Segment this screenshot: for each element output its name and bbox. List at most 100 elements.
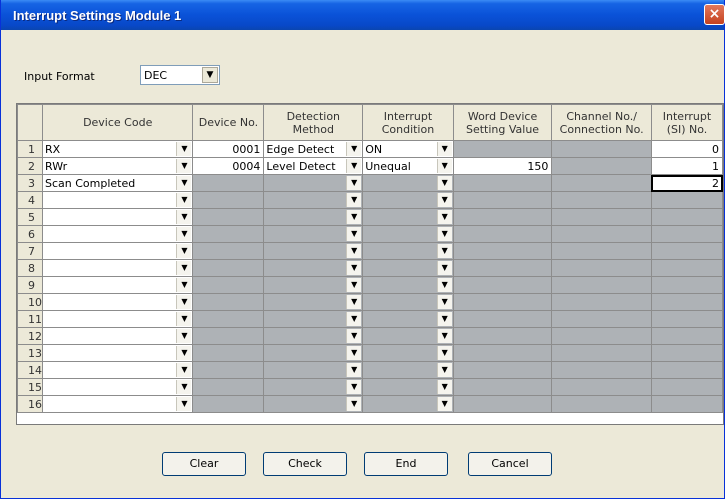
- detection-method-select[interactable]: ▼: [263, 259, 364, 277]
- chevron-down-icon[interactable]: ▼: [436, 142, 452, 156]
- chevron-down-icon[interactable]: ▼: [176, 329, 192, 343]
- chevron-down-icon[interactable]: ▼: [176, 397, 192, 411]
- detection-method-select[interactable]: Level Detect ▼: [263, 157, 364, 175]
- chevron-down-icon[interactable]: ▼: [346, 346, 362, 360]
- device-code-select[interactable]: ▼: [41, 225, 194, 243]
- device-code-select[interactable]: ▼: [41, 395, 194, 413]
- chevron-down-icon[interactable]: ▼: [176, 278, 192, 292]
- chevron-down-icon[interactable]: ▼: [176, 244, 192, 258]
- check-button[interactable]: Check: [263, 452, 347, 476]
- chevron-down-icon[interactable]: ▼: [176, 261, 192, 275]
- interrupt-condition-select[interactable]: ▼: [362, 191, 454, 209]
- chevron-down-icon[interactable]: ▼: [176, 142, 192, 156]
- chevron-down-icon[interactable]: ▼: [436, 278, 452, 292]
- chevron-down-icon[interactable]: ▼: [436, 329, 452, 343]
- chevron-down-icon[interactable]: ▼: [346, 261, 362, 275]
- input-format-select[interactable]: DEC ▼: [140, 65, 220, 85]
- interrupt-condition-select[interactable]: Unequal ▼: [362, 157, 454, 175]
- chevron-down-icon[interactable]: ▼: [176, 312, 192, 326]
- device-code-select[interactable]: ▼: [41, 191, 194, 209]
- device-code-select[interactable]: ▼: [41, 310, 194, 328]
- chevron-down-icon[interactable]: ▼: [346, 142, 362, 156]
- chevron-down-icon[interactable]: ▼: [346, 193, 362, 207]
- close-button[interactable]: ×: [704, 4, 725, 25]
- detection-method-select[interactable]: ▼: [263, 293, 364, 311]
- chevron-down-icon[interactable]: ▼: [436, 380, 452, 394]
- chevron-down-icon[interactable]: ▼: [436, 261, 452, 275]
- chevron-down-icon[interactable]: ▼: [436, 227, 452, 241]
- interrupt-condition-select[interactable]: ▼: [362, 344, 454, 362]
- detection-method-select[interactable]: Edge Detect ▼: [263, 140, 364, 158]
- chevron-down-icon[interactable]: ▼: [436, 193, 452, 207]
- device-code-select[interactable]: ▼: [41, 208, 194, 226]
- device-code-select[interactable]: ▼: [41, 242, 194, 260]
- detection-method-select[interactable]: ▼: [263, 310, 364, 328]
- chevron-down-icon[interactable]: ▼: [436, 346, 452, 360]
- chevron-down-icon[interactable]: ▼: [436, 397, 452, 411]
- chevron-down-icon[interactable]: ▼: [346, 159, 362, 173]
- device-code-select[interactable]: ▼: [41, 293, 194, 311]
- interrupt-si-cell[interactable]: 1: [650, 157, 723, 175]
- device-code-select[interactable]: RX ▼: [41, 140, 194, 158]
- interrupt-condition-select[interactable]: ▼: [362, 378, 454, 396]
- interrupt-condition-select[interactable]: ON ▼: [362, 140, 454, 158]
- interrupt-si-cell[interactable]: 2: [650, 174, 723, 192]
- detection-method-select[interactable]: ▼: [263, 174, 364, 192]
- end-button[interactable]: End: [364, 452, 448, 476]
- chevron-down-icon[interactable]: ▼: [176, 210, 192, 224]
- interrupt-condition-select[interactable]: ▼: [362, 395, 454, 413]
- chevron-down-icon[interactable]: ▼: [346, 397, 362, 411]
- chevron-down-icon[interactable]: ▼: [346, 244, 362, 258]
- chevron-down-icon[interactable]: ▼: [346, 363, 362, 377]
- device-code-select[interactable]: ▼: [41, 344, 194, 362]
- device-code-select[interactable]: Scan Completed ▼: [41, 174, 194, 192]
- interrupt-condition-select[interactable]: ▼: [362, 208, 454, 226]
- detection-method-select[interactable]: ▼: [263, 327, 364, 345]
- device-code-select[interactable]: ▼: [41, 276, 194, 294]
- chevron-down-icon[interactable]: ▼: [346, 176, 362, 190]
- interrupt-condition-select[interactable]: ▼: [362, 310, 454, 328]
- chevron-down-icon[interactable]: ▼: [176, 346, 192, 360]
- chevron-down-icon[interactable]: ▼: [202, 67, 218, 83]
- detection-method-select[interactable]: ▼: [263, 378, 364, 396]
- interrupt-condition-select[interactable]: ▼: [362, 293, 454, 311]
- device-no-cell[interactable]: 0001: [192, 140, 265, 158]
- chevron-down-icon[interactable]: ▼: [346, 329, 362, 343]
- chevron-down-icon[interactable]: ▼: [346, 210, 362, 224]
- interrupt-condition-select[interactable]: ▼: [362, 259, 454, 277]
- word-device-value-cell[interactable]: 150: [452, 157, 553, 175]
- interrupt-si-cell[interactable]: 0: [650, 140, 723, 158]
- interrupt-condition-select[interactable]: ▼: [362, 361, 454, 379]
- chevron-down-icon[interactable]: ▼: [176, 295, 192, 309]
- interrupt-condition-select[interactable]: ▼: [362, 225, 454, 243]
- device-code-select[interactable]: ▼: [41, 378, 194, 396]
- chevron-down-icon[interactable]: ▼: [176, 159, 192, 173]
- chevron-down-icon[interactable]: ▼: [176, 363, 192, 377]
- chevron-down-icon[interactable]: ▼: [176, 380, 192, 394]
- device-code-select[interactable]: RWr ▼: [41, 157, 194, 175]
- clear-button[interactable]: Clear: [162, 452, 246, 476]
- detection-method-select[interactable]: ▼: [263, 344, 364, 362]
- title-bar[interactable]: Interrupt Settings Module 1 ×: [1, 0, 725, 30]
- chevron-down-icon[interactable]: ▼: [346, 227, 362, 241]
- chevron-down-icon[interactable]: ▼: [176, 227, 192, 241]
- interrupt-condition-select[interactable]: ▼: [362, 242, 454, 260]
- device-no-cell[interactable]: 0004: [192, 157, 265, 175]
- chevron-down-icon[interactable]: ▼: [346, 312, 362, 326]
- chevron-down-icon[interactable]: ▼: [346, 380, 362, 394]
- detection-method-select[interactable]: ▼: [263, 361, 364, 379]
- chevron-down-icon[interactable]: ▼: [346, 295, 362, 309]
- interrupt-condition-select[interactable]: ▼: [362, 327, 454, 345]
- chevron-down-icon[interactable]: ▼: [436, 363, 452, 377]
- chevron-down-icon[interactable]: ▼: [436, 210, 452, 224]
- detection-method-select[interactable]: ▼: [263, 225, 364, 243]
- chevron-down-icon[interactable]: ▼: [176, 176, 192, 190]
- device-code-select[interactable]: ▼: [41, 259, 194, 277]
- detection-method-select[interactable]: ▼: [263, 242, 364, 260]
- detection-method-select[interactable]: ▼: [263, 276, 364, 294]
- device-code-select[interactable]: ▼: [41, 361, 194, 379]
- cancel-button[interactable]: Cancel: [468, 452, 552, 476]
- interrupt-condition-select[interactable]: ▼: [362, 276, 454, 294]
- detection-method-select[interactable]: ▼: [263, 191, 364, 209]
- detection-method-select[interactable]: ▼: [263, 395, 364, 413]
